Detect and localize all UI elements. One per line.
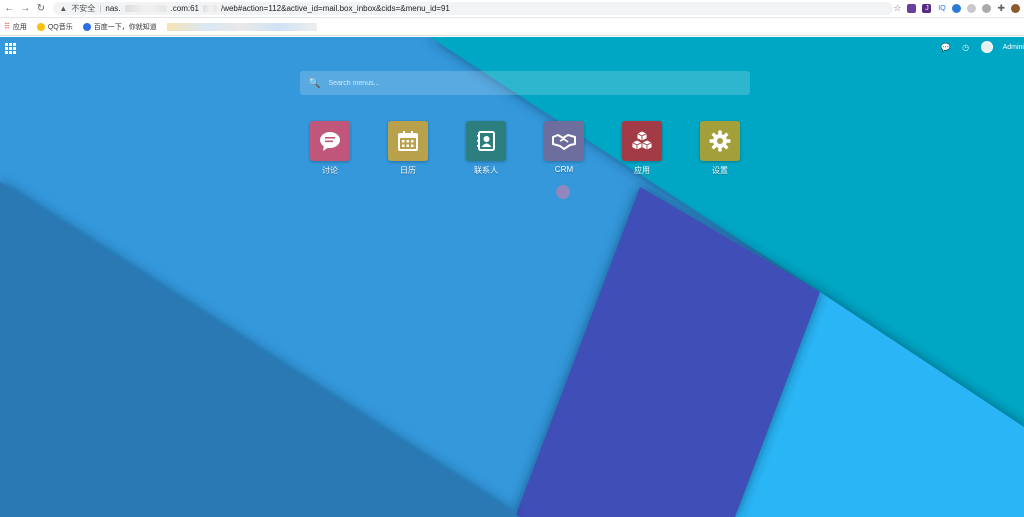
back-icon[interactable]: ← [3,2,16,16]
calendar-icon [388,121,428,161]
forward-icon[interactable]: → [19,2,32,16]
handshake-icon [544,121,584,161]
extension-icon[interactable] [907,4,917,13]
app-tile-label: 设置 [712,166,728,175]
app-tiles: 讨论 日历 联系人 CRM 应用 设置 [0,121,1024,181]
bookmark-label: 百度一下，你就知道 [93,23,157,31]
app-tile-calendar[interactable]: 日历 [384,121,432,176]
app-tile-contacts[interactable]: 联系人 [462,121,510,176]
app-tile-settings[interactable]: 设置 [696,121,744,176]
bookmark-label: QQ音乐 [47,23,73,31]
url-prefix: nas. [105,4,121,13]
extension-icon[interactable] [967,4,977,13]
systray: 💬 ◷ Admini [941,41,1024,53]
qq-music-icon [36,22,45,31]
user-avatar[interactable] [980,41,993,53]
contact-card-icon [466,121,506,161]
bookmark-baidu[interactable]: 百度一下，你就知道 [82,22,157,32]
apps-grid-icon: ⠿ [4,22,10,31]
messages-icon[interactable]: 💬 [941,42,951,52]
app-tile-label: 联系人 [474,166,498,175]
app-tile-crm[interactable]: CRM [540,121,588,174]
activity-clock-icon[interactable]: ◷ [961,42,971,52]
mouse-cursor-highlight [556,185,570,199]
baidu-icon [82,22,91,31]
search-icon: 🔍 [308,77,321,89]
bookmark-qq-music[interactable]: QQ音乐 [36,22,73,32]
gear-icon [700,121,740,161]
browser-toolbar: ← → ↻ ▲ 不安全 | nas. .com:61 /web#action=1… [0,0,1024,18]
url-mid: .com:61 [170,4,199,13]
app-tile-discuss[interactable]: 讨论 [306,121,354,176]
bookmark-apps[interactable]: ⠿ 应用 [4,22,27,32]
url-suffix: /web#action=112&active_id=mail.box_inbox… [220,4,450,13]
reload-icon[interactable]: ↻ [35,2,48,16]
app-tile-label: 日历 [400,166,416,175]
app-tile-label: CRM [554,165,574,174]
warning-icon: ▲ [59,4,68,13]
separator: | [99,4,102,13]
bookmark-label: 应用 [12,23,27,31]
extension-icon[interactable] [952,4,962,13]
user-name[interactable]: Admini [1003,44,1024,51]
redacted-host [124,5,167,12]
app-tile-label: 讨论 [322,166,338,175]
bookmarks-bar: ⠿ 应用 QQ音乐 百度一下，你就知道 [0,18,1024,36]
search-bar[interactable]: 🔍 [300,71,750,95]
extension-icon[interactable]: IQ [937,4,946,13]
star-icon[interactable]: ☆ [893,3,901,14]
extension-icons: ☆ J IQ ✚ [893,3,1021,14]
redacted-port [202,5,217,12]
app-tile-apps[interactable]: 应用 [618,121,666,176]
address-bar[interactable]: ▲ 不安全 | nas. .com:61 /web#action=112&act… [53,2,894,15]
extension-icon[interactable] [982,4,992,13]
app-tile-label: 应用 [634,166,650,175]
background-shapes [0,37,1024,517]
puzzle-icon[interactable]: ✚ [997,3,1005,14]
security-label: 不安全 [71,4,96,13]
search-input[interactable] [326,78,731,88]
redacted-bookmarks [166,22,317,31]
profile-icon[interactable] [1011,4,1021,13]
cubes-icon [622,121,662,161]
chat-bubble-icon [310,121,350,161]
extension-icon[interactable]: J [922,4,932,13]
app-home-menu: 💬 ◷ Admini 🔍 讨论 日历 联系人 [0,37,1024,517]
apps-menu-icon[interactable] [5,43,16,54]
